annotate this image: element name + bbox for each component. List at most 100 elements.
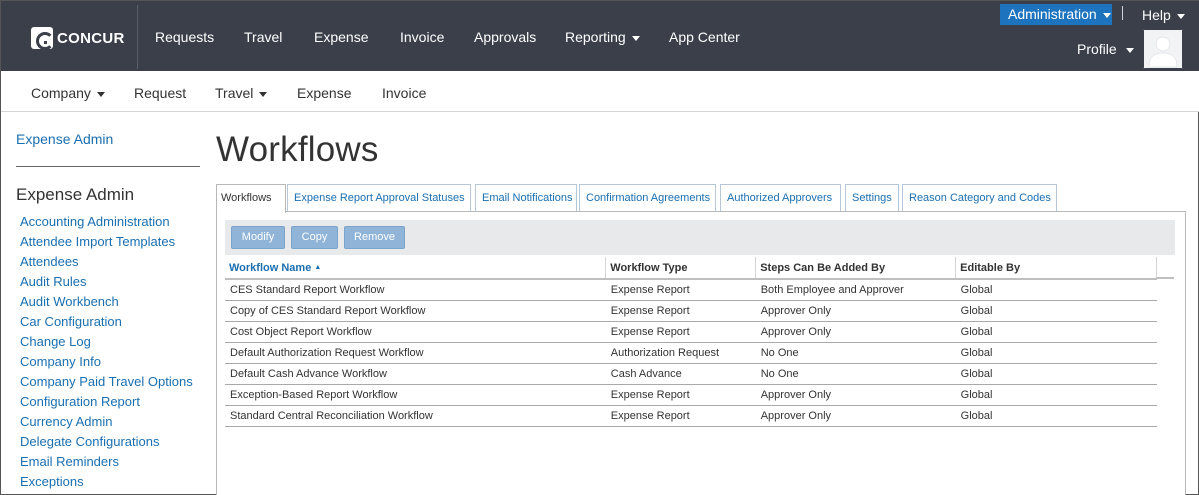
cell-workflow-type: Expense Report — [605, 321, 756, 343]
cell-steps-added-by: No One — [755, 363, 956, 385]
logo-text: CONCUR — [57, 29, 125, 47]
nav-travel[interactable]: Travel — [244, 29, 282, 45]
logo-divider — [137, 5, 138, 69]
cell-editable-by: Global — [955, 363, 1157, 385]
table-row[interactable]: Standard Central Reconciliation Workflow… — [225, 405, 1157, 427]
nav-approvals[interactable]: Approvals — [474, 29, 536, 45]
modify-button[interactable]: Modify — [231, 226, 285, 249]
cell-steps-added-by: Approver Only — [755, 384, 956, 406]
tab-email-notifications[interactable]: Email Notifications — [475, 184, 577, 212]
sidebar-heading: Expense Admin — [16, 185, 135, 204]
cell-workflow-type: Authorization Request — [605, 342, 756, 364]
cell-workflow-name: Cost Object Report Workflow — [225, 321, 606, 343]
concur-logo[interactable]: CONCUR — [31, 27, 125, 50]
sidebar-item-car-configuration[interactable]: Car Configuration — [20, 314, 195, 330]
tab-confirmation-agreements[interactable]: Confirmation Agreements — [579, 184, 716, 212]
sidebar-item-attendee-import-templates[interactable]: Attendee Import Templates — [20, 234, 195, 250]
caret-down-icon — [96, 91, 105, 97]
subnav-company-label: Company — [31, 85, 91, 101]
cell-workflow-type: Expense Report — [605, 279, 756, 301]
remove-button[interactable]: Remove — [344, 226, 405, 249]
sidebar-item-audit-workbench[interactable]: Audit Workbench — [20, 294, 195, 310]
tab-workflows[interactable]: Workflows — [216, 184, 286, 213]
sidebar-item-company-info[interactable]: Company Info — [20, 354, 195, 370]
administration-menu-button[interactable]: Administration — [1000, 4, 1112, 25]
cell-editable-by: Global — [955, 384, 1157, 406]
caret-down-icon — [259, 91, 268, 97]
sidebar-item-audit-rules[interactable]: Audit Rules — [20, 274, 195, 290]
cell-steps-added-by: Approver Only — [755, 405, 956, 427]
page-title: Workflows — [216, 130, 379, 169]
sidebar-item-attendees[interactable]: Attendees — [20, 254, 195, 270]
cell-workflow-type: Expense Report — [605, 300, 756, 322]
caret-down-icon — [1125, 47, 1134, 53]
nav-requests[interactable]: Requests — [155, 29, 214, 45]
column-header-steps-can-be-added-by[interactable]: Steps Can Be Added By — [755, 257, 957, 280]
left-sidebar: Expense Admin Expense Admin Accounting A… — [1, 113, 211, 495]
nav-app-center[interactable]: App Center — [669, 29, 740, 45]
nav-expense[interactable]: Expense — [314, 29, 368, 45]
cell-steps-added-by: Approver Only — [755, 300, 956, 322]
sidebar-item-company-paid-travel-options[interactable]: Company Paid Travel Options — [20, 374, 195, 390]
sidebar-item-configuration-report[interactable]: Configuration Report — [20, 394, 195, 410]
table-scroll-header — [1156, 257, 1174, 279]
table-row[interactable]: Default Cash Advance Workflow Cash Advan… — [225, 363, 1157, 385]
caret-down-icon — [1102, 12, 1111, 18]
help-menu-button[interactable]: Help — [1142, 7, 1185, 23]
table-row[interactable]: Cost Object Report Workflow Expense Repo… — [225, 321, 1157, 343]
sub-navigation-bar: Company Request Travel Expense Invoice — [1, 71, 1199, 112]
profile-label: Profile — [1077, 41, 1117, 57]
cell-steps-added-by: No One — [755, 342, 956, 364]
table-header-row: Workflow Name ▲ Workflow Type Steps Can B… — [225, 257, 1157, 280]
table-row[interactable]: Default Authorization Request Workflow A… — [225, 342, 1157, 364]
tab-authorized-approvers[interactable]: Authorized Approvers — [720, 184, 841, 212]
cell-editable-by: Global — [955, 300, 1157, 322]
column-header-workflow-name-label: Workflow Name — [229, 261, 312, 274]
avatar[interactable] — [1143, 29, 1183, 69]
nav-reporting[interactable]: Reporting — [565, 29, 640, 45]
column-header-editable-by[interactable]: Editable By — [955, 257, 1157, 280]
sidebar-item-email-reminders[interactable]: Email Reminders — [20, 454, 195, 470]
cell-editable-by: Global — [955, 279, 1157, 301]
table-row[interactable]: Copy of CES Standard Report Workflow Exp… — [225, 300, 1157, 322]
column-header-workflow-name[interactable]: Workflow Name ▲ — [225, 257, 607, 280]
administration-label: Administration — [1008, 6, 1097, 22]
workflows-table: Workflow Name ▲ Workflow Type Steps Can B… — [225, 257, 1157, 427]
tab-settings[interactable]: Settings — [845, 184, 899, 212]
profile-menu-button[interactable]: Profile — [1077, 41, 1134, 57]
sort-ascending-icon: ▲ — [314, 264, 322, 272]
cell-editable-by: Global — [955, 405, 1157, 427]
cell-workflow-name: Copy of CES Standard Report Workflow — [225, 300, 606, 322]
subnav-travel-label: Travel — [215, 85, 254, 101]
subnav-company[interactable]: Company — [31, 85, 105, 101]
table-row[interactable]: Exception-Based Report Workflow Expense … — [225, 384, 1157, 406]
sidebar-item-exceptions[interactable]: Exceptions — [20, 474, 195, 490]
help-separator — [1122, 6, 1123, 20]
sidebar-item-accounting-administration[interactable]: Accounting Administration — [20, 214, 195, 230]
sidebar-expense-admin-link[interactable]: Expense Admin — [16, 131, 113, 147]
cell-steps-added-by: Both Employee and Approver — [755, 279, 956, 301]
caret-down-icon — [1176, 13, 1185, 19]
sidebar-item-currency-admin[interactable]: Currency Admin — [20, 414, 195, 430]
sidebar-item-delegate-configurations[interactable]: Delegate Configurations — [20, 434, 195, 450]
subnav-travel[interactable]: Travel — [215, 85, 268, 101]
table-row[interactable]: CES Standard Report Workflow Expense Rep… — [225, 279, 1157, 301]
subnav-expense[interactable]: Expense — [297, 85, 351, 101]
help-label: Help — [1142, 7, 1171, 23]
nav-invoice[interactable]: Invoice — [400, 29, 444, 45]
cell-workflow-type: Cash Advance — [605, 363, 756, 385]
subnav-invoice[interactable]: Invoice — [382, 85, 426, 101]
column-header-workflow-type[interactable]: Workflow Type — [605, 257, 757, 280]
copy-button[interactable]: Copy — [291, 226, 338, 249]
top-navigation-bar: CONCUR Requests Travel Expense Invoice A… — [1, 1, 1199, 71]
cell-workflow-type: Expense Report — [605, 384, 756, 406]
tab-expense-report-approval-statuses[interactable]: Expense Report Approval Statuses — [287, 184, 471, 212]
grid-toolbar: Modify Copy Remove — [225, 220, 1175, 255]
concur-logo-icon — [31, 27, 54, 50]
cell-workflow-type: Expense Report — [605, 405, 756, 427]
sidebar-divider — [16, 166, 200, 167]
sidebar-item-change-log[interactable]: Change Log — [20, 334, 195, 350]
cell-workflow-name: Exception-Based Report Workflow — [225, 384, 606, 406]
subnav-request[interactable]: Request — [134, 85, 186, 101]
tab-reason-category-and-codes[interactable]: Reason Category and Codes — [902, 184, 1057, 212]
